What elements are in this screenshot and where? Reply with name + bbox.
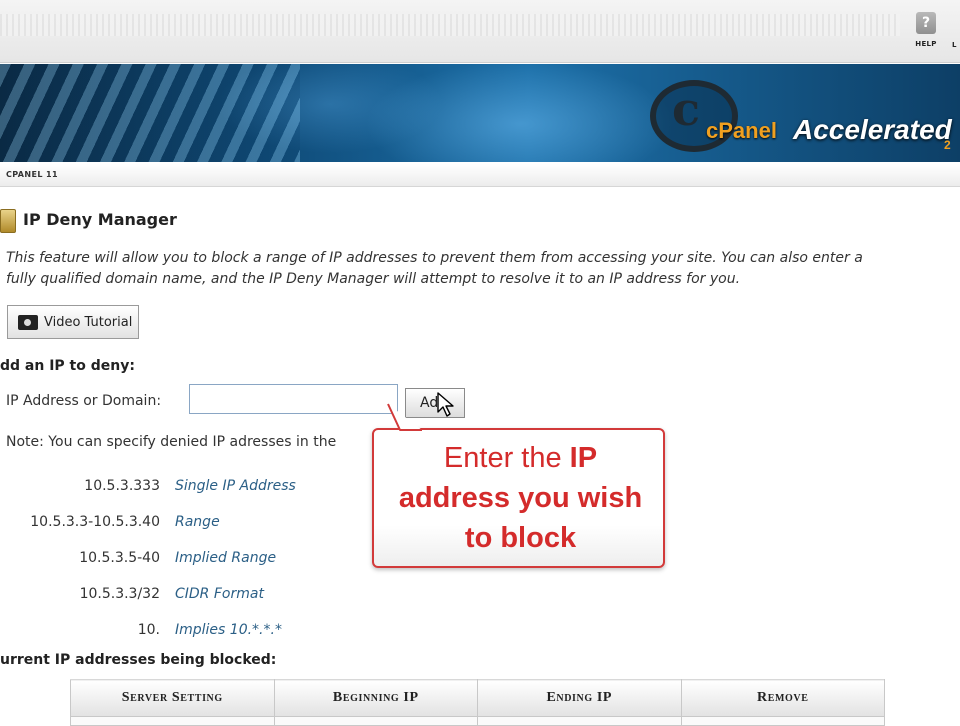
format-note: Note: You can specify denied IP adresses… [6, 434, 337, 450]
page-description: This feature will allow you to block a r… [6, 248, 960, 290]
callout-text: Enter the IP address you wish to block [374, 438, 667, 558]
example-row: 10.5.3.3/32 CIDR Format [0, 586, 380, 606]
help-icon[interactable]: ? [916, 12, 936, 34]
breadcrumb-bar: CPANEL 11 [0, 164, 960, 187]
example-value: 10.5.3.333 [84, 478, 160, 494]
toolbar-stripe [0, 14, 900, 36]
tutorial-callout: Enter the IP address you wish to block [372, 428, 665, 568]
help-label[interactable]: HELP [914, 40, 938, 48]
example-value: 10. [137, 622, 160, 638]
column-beginning-ip: Beginning IP [273, 679, 478, 717]
table-row [70, 716, 885, 726]
brand-cpanel: cPanel [706, 118, 777, 143]
callout-line-1b: IP [569, 442, 598, 474]
add-ip-heading: dd an IP to deny: [0, 358, 135, 374]
example-value: 10.5.3.3/32 [79, 586, 160, 602]
brand-accelerated: Accelerated [793, 114, 952, 145]
table-cell [680, 716, 885, 726]
example-value: 10.5.3.5-40 [79, 550, 160, 566]
example-description: Single IP Address [175, 478, 296, 494]
cpanel-logo-letter: c [672, 82, 701, 136]
ip-address-input[interactable] [189, 384, 398, 414]
description-line-2: fully qualified domain name, and the IP … [6, 271, 741, 287]
video-tutorial-button[interactable]: Video Tutorial [7, 305, 139, 339]
example-row: 10.5.3.333 Single IP Address [0, 478, 380, 498]
example-value: 10.5.3.3-10.5.3.40 [30, 514, 160, 530]
top-toolbar: ? HELP L [0, 0, 960, 63]
example-description: Implies 10.*.*.* [175, 622, 282, 638]
blocked-ips-heading: urrent IP addresses being blocked: [0, 652, 277, 668]
blocked-ips-table: Server Setting Beginning IP Ending IP Re… [70, 679, 885, 726]
description-line-1: This feature will allow you to block a r… [6, 250, 863, 266]
cpanel-banner: c [0, 64, 960, 162]
camera-icon [18, 315, 38, 330]
callout-line-1a: Enter the [443, 442, 562, 474]
callout-line-2: address you wish [398, 482, 643, 514]
logout-label[interactable]: L [952, 41, 956, 49]
breadcrumb[interactable]: CPANEL 11 [6, 170, 58, 179]
column-remove: Remove [680, 679, 885, 717]
column-ending-ip: Ending IP [477, 679, 682, 717]
page-title: IP Deny Manager [23, 210, 177, 229]
example-row: 10. Implies 10.*.*.* [0, 622, 380, 642]
example-row: 10.5.3.3-10.5.3.40 Range [0, 514, 380, 534]
callout-line-3: to block [464, 522, 577, 554]
ip-address-label: IP Address or Domain: [6, 393, 162, 409]
brand-version: 2 [944, 138, 951, 152]
example-description: CIDR Format [175, 586, 264, 602]
example-description: Range [175, 514, 220, 530]
example-description: Implied Range [175, 550, 277, 566]
table-cell [477, 716, 682, 726]
example-row: 10.5.3.5-40 Implied Range [0, 550, 380, 570]
table-cell [273, 716, 478, 726]
table-cell [70, 716, 275, 726]
help-button[interactable]: ? HELP [914, 12, 938, 48]
mouse-pointer-icon [437, 392, 454, 417]
callout-pointer [387, 403, 422, 431]
video-tutorial-label: Video Tutorial [44, 315, 133, 330]
network-cables-graphic [0, 64, 300, 162]
ip-deny-manager-icon [0, 209, 16, 233]
column-server-setting: Server Setting [70, 679, 275, 717]
